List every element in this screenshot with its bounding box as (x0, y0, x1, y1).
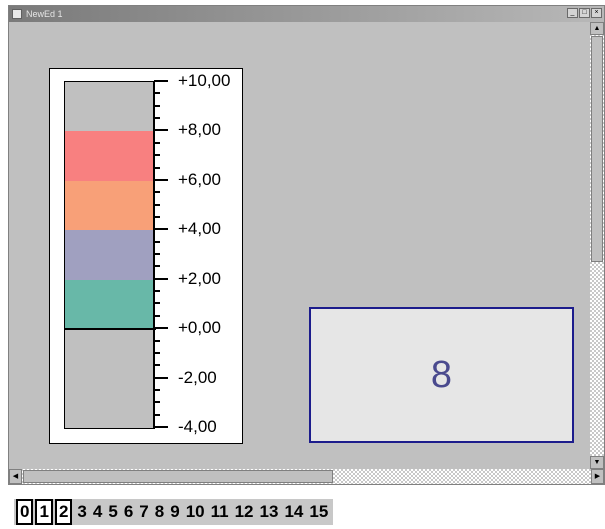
major-tick (154, 178, 168, 181)
major-tick (154, 129, 168, 132)
minor-tick (154, 141, 160, 144)
page-tab-0[interactable]: 0 (16, 499, 34, 525)
gauge-bar (64, 81, 156, 429)
minor-tick (154, 240, 160, 243)
page-tab-12[interactable]: 12 (232, 501, 257, 523)
page-tab-14[interactable]: 14 (281, 501, 306, 523)
major-tick (154, 327, 168, 330)
value-text: 8 (430, 353, 453, 396)
tick-label: +2,00 (178, 268, 222, 288)
horizontal-scroll-thumb[interactable] (23, 470, 333, 483)
major-tick (154, 376, 168, 379)
gauge-band (65, 230, 153, 280)
tick-label: -4,00 (178, 417, 217, 436)
minor-tick (154, 351, 160, 354)
page-tab-3[interactable]: 3 (74, 501, 89, 523)
scroll-left-arrow-icon[interactable]: ◀ (9, 469, 22, 484)
maximize-button[interactable]: □ (579, 8, 590, 18)
minor-tick (154, 215, 160, 218)
vertical-scrollbar[interactable]: ▲ ▼ (590, 22, 604, 469)
minor-tick (154, 401, 160, 404)
page-tabs: 0 1 2 3 4 5 6 7 8 9 10 11 12 13 14 15 (14, 499, 334, 525)
close-button[interactable]: × (591, 8, 602, 18)
page-tab-4[interactable]: 4 (90, 501, 105, 523)
major-tick (154, 426, 168, 428)
scroll-right-arrow-icon[interactable]: ▶ (591, 469, 604, 484)
vertical-scroll-thumb[interactable] (591, 36, 603, 262)
zero-line (64, 328, 156, 331)
page-tab-13[interactable]: 13 (257, 501, 282, 523)
minor-tick (154, 253, 160, 255)
tick-label: +0,00 (178, 318, 222, 338)
page-tab-6[interactable]: 6 (121, 501, 136, 523)
minor-tick (154, 92, 160, 95)
tick-label: +8,00 (178, 120, 222, 140)
major-tick (154, 228, 168, 231)
page-tab-2[interactable]: 2 (54, 499, 73, 525)
page-tab-8[interactable]: 8 (152, 501, 167, 523)
window-icon (12, 9, 22, 19)
major-tick (154, 80, 168, 82)
scroll-up-arrow-icon[interactable]: ▲ (590, 22, 604, 35)
gauge-band (65, 131, 153, 181)
minor-tick (154, 265, 160, 268)
value-display[interactable]: 8 (309, 307, 574, 443)
tick-label: +10,00 (178, 71, 231, 90)
canvas-area[interactable]: +10,00 +8,00 +6,00 +4,00 +2,00 +0,00 -2,00 -4,0… (9, 22, 590, 469)
title-bar[interactable]: NewEd 1 _ □ × (9, 6, 604, 22)
minor-tick (154, 364, 160, 367)
minimize-button[interactable]: _ (567, 8, 578, 18)
horizontal-scrollbar[interactable]: ◀ ▶ (9, 469, 604, 484)
page-tab-9[interactable]: 9 (167, 501, 182, 523)
minor-tick (154, 104, 160, 107)
editor-window: NewEd 1 _ □ × +10,00 +8,00 +6,00 +4,00 +2,00… (8, 5, 605, 485)
page-tab-10[interactable]: 10 (183, 501, 208, 523)
minor-tick (154, 339, 160, 342)
minor-tick (154, 166, 160, 169)
minor-tick (154, 191, 160, 194)
minor-tick (154, 290, 160, 293)
minor-tick (154, 203, 160, 206)
gauge-band (65, 279, 153, 330)
window-controls: _ □ × (567, 8, 602, 18)
tick-label: +6,00 (178, 169, 222, 189)
minor-tick (154, 314, 160, 317)
minor-tick (154, 388, 160, 391)
page-tab-11[interactable]: 11 (208, 501, 232, 523)
bar-gauge[interactable]: +10,00 +8,00 +6,00 +4,00 +2,00 +0,00 -2,00 -4,0… (49, 68, 243, 444)
scroll-down-arrow-icon[interactable]: ▼ (590, 456, 604, 469)
gauge-band (65, 180, 153, 231)
window-title: NewEd 1 (26, 9, 63, 19)
page-tab-1[interactable]: 1 (35, 499, 53, 525)
tick-label: +4,00 (178, 219, 222, 239)
major-tick (154, 277, 168, 280)
minor-tick (154, 302, 160, 305)
tick-label: -2,00 (178, 367, 217, 387)
minor-tick (154, 117, 160, 120)
page-tab-7[interactable]: 7 (136, 501, 151, 523)
page-tab-15[interactable]: 15 (306, 501, 331, 523)
page-tab-5[interactable]: 5 (105, 501, 120, 523)
minor-tick (154, 413, 160, 416)
minor-tick (154, 154, 160, 157)
